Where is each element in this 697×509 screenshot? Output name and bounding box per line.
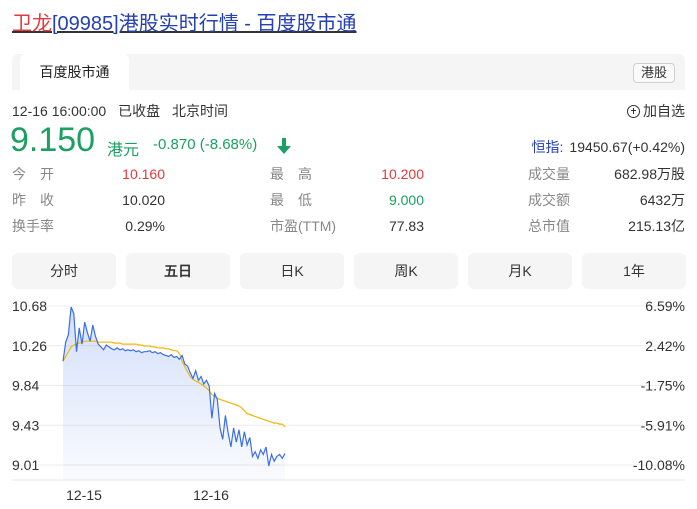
market-badge: 港股 [632, 63, 675, 83]
tab-five-day[interactable]: 五日 [126, 253, 230, 289]
stock-name[interactable]: 卫龙 [12, 13, 52, 35]
y-tick-label: 9.01 [12, 457, 39, 473]
tab-brand[interactable]: 百度股市通 [20, 54, 129, 90]
stat-low-label: 最 低 [270, 192, 312, 208]
x-axis-labels: 12-15 12-16 [66, 487, 229, 503]
five-day-chart[interactable]: 10.68 10.26 9.84 9.43 9.01 6.59% 2.42% -1.75% -… [0, 290, 697, 509]
stat-turnover-label: 成交额 [528, 192, 570, 208]
stat-open-value: 10.160 [122, 166, 165, 182]
stat-open-label: 今 开 [12, 166, 54, 182]
stat-market-cap-value: 215.13亿 [628, 218, 685, 234]
stat-low-value: 9.000 [388, 192, 424, 208]
currency-label: 港元 [107, 142, 140, 159]
x-tick-label: 12-15 [66, 487, 102, 503]
pct-tick-label: -10.08% [633, 457, 685, 473]
stat-high-label: 最 高 [270, 166, 312, 182]
tab-one-year[interactable]: 1年 [582, 253, 686, 289]
plus-circle-icon [627, 104, 640, 118]
stat-turnover-rate-label: 换手率 [12, 218, 54, 234]
tab-monthly-k[interactable]: 月K [468, 253, 572, 289]
price-change: -0.870 (-8.68%) [153, 136, 257, 153]
timezone-label: 北京时间 [171, 103, 228, 119]
tab-daily-k[interactable]: 日K [240, 253, 344, 289]
add-watchlist-label: 加自选 [643, 103, 685, 119]
stat-turnover-rate-value: 0.29% [125, 218, 165, 234]
hsi-index-value: 19450.67(+0.42%) [569, 139, 685, 155]
change-value: -0.870 [153, 136, 196, 153]
stat-turnover-value: 6432万 [639, 192, 685, 208]
stat-prev-close-value: 10.020 [122, 192, 165, 208]
status-line: 12-16 16:00:00 已收盘 北京时间 [12, 101, 236, 121]
stat-volume-label: 成交量 [528, 166, 570, 182]
x-tick-label: 12-16 [193, 487, 229, 503]
arrow-down-icon [277, 138, 291, 154]
current-price: 9.150 [10, 121, 96, 159]
y-tick-label: 9.84 [12, 378, 39, 394]
stat-pe-value: 77.83 [388, 218, 424, 234]
tab-intraday[interactable]: 分时 [12, 253, 116, 289]
market-state: 已收盘 [118, 103, 161, 119]
stat-volume-value: 682.98万股 [614, 166, 685, 182]
stat-prev-close-label: 昨 收 [12, 192, 54, 208]
hsi-index-label[interactable]: 恒指: [532, 139, 564, 155]
change-percent: (-8.68%) [199, 136, 258, 153]
y-tick-label: 9.43 [12, 417, 39, 433]
stock-title-rest[interactable]: [09985]港股实时行情 - 百度股市通 [52, 13, 357, 35]
stat-high-value: 10.200 [381, 166, 424, 182]
page-title[interactable]: 卫龙[09985]港股实时行情 - 百度股市通 [12, 10, 357, 38]
pct-tick-label: 6.59% [645, 298, 685, 314]
stat-market-cap-label: 总市值 [528, 218, 570, 234]
hsi-index[interactable]: 恒指: 19450.67(+0.42%) [532, 137, 685, 157]
y-tick-label: 10.26 [12, 338, 47, 354]
stat-pe-label: 市盈(TTM) [270, 218, 337, 234]
period-tabs: 分时 五日 日K 周K 月K 1年 [12, 253, 686, 289]
pct-tick-label: 2.42% [645, 338, 685, 354]
tab-weekly-k[interactable]: 周K [354, 253, 458, 289]
pct-axis-labels: 6.59% 2.42% -1.75% -5.91% -10.08% [633, 298, 685, 473]
pct-tick-label: -5.91% [641, 417, 685, 433]
header-bar: 百度股市通 港股 [12, 54, 685, 90]
pct-tick-label: -1.75% [641, 378, 685, 394]
quote-datetime: 12-16 16:00:00 [12, 103, 107, 119]
add-watchlist-button[interactable]: 加自选 [627, 101, 685, 121]
y-tick-label: 10.68 [12, 298, 47, 314]
